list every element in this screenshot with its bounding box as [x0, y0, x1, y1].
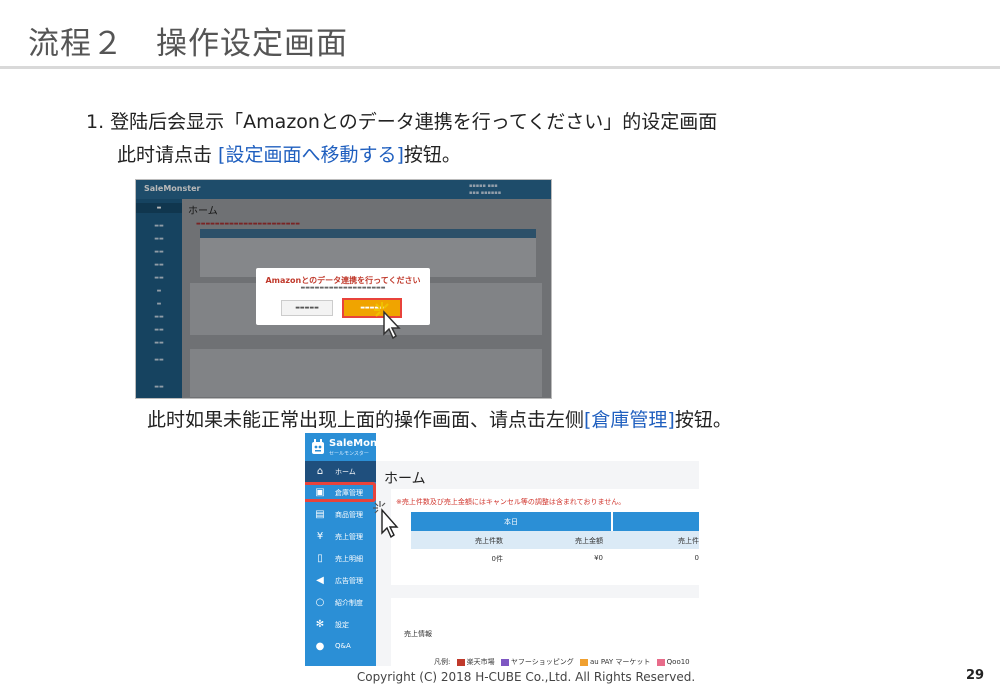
page-number: 29 — [966, 668, 985, 683]
sidebar-item-label: Q&A — [335, 642, 351, 650]
sidebar-item-home[interactable]: ⌂ ホーム — [305, 461, 376, 483]
sidebar-item-label: 紹介制度 — [335, 599, 363, 607]
chat-icon: ○ — [315, 597, 325, 608]
slide-title: 流程２ 操作设定画面 — [28, 26, 348, 62]
chart-legend: 凡例: 楽天市場 ヤフーショッピング au PAY マーケット Qoo10 — [434, 657, 690, 666]
instruction-line-1: 1. 登陆后会显示「Amazonとのデータ連携を行ってください」的设定画面 — [86, 111, 718, 133]
click-cursor-icon — [373, 501, 399, 539]
instruction-line-2-pre: 此时请点击 — [117, 144, 219, 166]
legend-swatch — [456, 658, 465, 666]
sidebar-item-label: 売上明細 — [335, 555, 363, 563]
sidebar-item-qa[interactable]: ● Q&A — [305, 636, 376, 658]
summary-table-header: 本日 — [411, 512, 699, 531]
app-sidebar: SaleMonster セールモンスター ⌂ ホーム ▣ 倉庫管理 ▤ 商品管理… — [305, 433, 400, 666]
document-icon: ▯ — [317, 553, 323, 564]
legend-swatch — [500, 658, 509, 666]
instruction-line-3-pre: 此时如果未能正常出现上面的操作画面、请点击左侧 — [147, 409, 585, 431]
sidebar-item-label: 広告管理 — [335, 577, 363, 585]
warehouse-highlight-box — [305, 482, 376, 502]
summary-table-row: 0件 ¥0 0 — [411, 549, 699, 567]
megaphone-icon: ◀ — [316, 575, 324, 586]
home-icon: ⌂ — [316, 466, 324, 477]
monster-logo-icon — [312, 439, 324, 454]
legend-prefix: 凡例: — [434, 658, 451, 666]
bubbles-icon: ● — [315, 641, 325, 652]
click-cursor-icon — [374, 302, 401, 340]
notice-text: ※売上件数及び売上金額にはキャンセル等の調整は含まれておりません。 — [396, 498, 626, 506]
legend-swatch — [656, 658, 665, 666]
yen-icon: ¥ — [316, 531, 324, 542]
legend-label: Qoo10 — [666, 658, 690, 666]
modal-description: ▬▬▬▬▬▬▬▬▬▬▬▬▬▬▬▬▬▬ — [300, 285, 386, 291]
sales-info-panel — [391, 598, 699, 666]
sidebar-item-label: 売上管理 — [335, 533, 363, 541]
app-main: ホーム ※売上件数及び売上金額にはキャンセル等の調整は含まれておりません。 本日… — [376, 433, 699, 666]
use-as-is-button[interactable]: ▬▬▬▬▬ — [281, 300, 333, 316]
legend-label: 楽天市場 — [466, 658, 495, 666]
warehouse-button-reference: [倉庫管理] — [584, 409, 675, 431]
legend-label: ヤフーショッピング — [510, 658, 574, 666]
legend-label: au PAY マーケット — [589, 658, 651, 666]
summary-table-subheader: 売上件数 売上金額 売上件 — [411, 531, 699, 549]
gift-icon: ▤ — [315, 509, 325, 520]
instruction-line-2: 此时请点击 [設定画面へ移動する]按钮。 — [117, 140, 461, 167]
value-sales-count: 0件 — [491, 555, 503, 563]
copyright-notice: Copyright (C) 2018 H-CUBE Co.,Ltd. All R… — [356, 670, 696, 684]
gear-icon: ✻ — [315, 619, 325, 630]
app-brand-sub: セールモンスター — [329, 451, 369, 457]
sidebar-item-ads[interactable]: ◀ 広告管理 — [305, 570, 376, 592]
value-sales-amount: ¥0 — [594, 554, 603, 562]
header-separator — [611, 512, 613, 531]
instruction-line-2-post: 按钮。 — [403, 144, 461, 166]
page-heading: ホーム — [384, 471, 426, 487]
header-today: 本日 — [504, 518, 518, 526]
sales-info-title: 売上情報 — [404, 630, 432, 638]
instruction-line-3: 此时如果未能正常出现上面的操作画面、请点击左侧[倉庫管理]按钮。 — [147, 405, 732, 432]
sidebar-item-sales-detail[interactable]: ▯ 売上明細 — [305, 548, 376, 570]
settings-button-reference: [設定画面へ移動する] — [218, 144, 404, 166]
screenshot-dashboard: SaleMonster セールモンスター ⌂ ホーム ▣ 倉庫管理 ▤ 商品管理… — [305, 433, 699, 666]
col-sales-count: 売上件数 — [475, 537, 503, 545]
instruction-line-3-post: 按钮。 — [674, 409, 732, 431]
screenshot-modal: SaleMonster ▪▪▪▪▪ ▪▪▪ ▪▪▪ ▪▪▪▪▪▪ ▬ ▬▬ ▬▬ … — [135, 179, 552, 399]
sidebar-item-settings[interactable]: ✻ 設定 — [305, 614, 376, 636]
title-divider — [0, 66, 1000, 69]
value-sales-partial: 0 — [694, 554, 699, 562]
sidebar-item-label: 商品管理 — [335, 511, 363, 519]
col-sales-amount: 売上金額 — [575, 537, 603, 545]
legend-swatch — [579, 658, 588, 666]
sidebar-item-label: 設定 — [335, 621, 349, 629]
app-header — [376, 433, 699, 461]
sidebar-item-label: ホーム — [335, 468, 356, 476]
sidebar-item-sales[interactable]: ¥ 売上管理 — [305, 526, 376, 548]
sidebar-item-referral[interactable]: ○ 紹介制度 — [305, 592, 376, 614]
col-sales-partial: 売上件 — [678, 537, 699, 545]
sidebar-item-products[interactable]: ▤ 商品管理 — [305, 504, 376, 526]
